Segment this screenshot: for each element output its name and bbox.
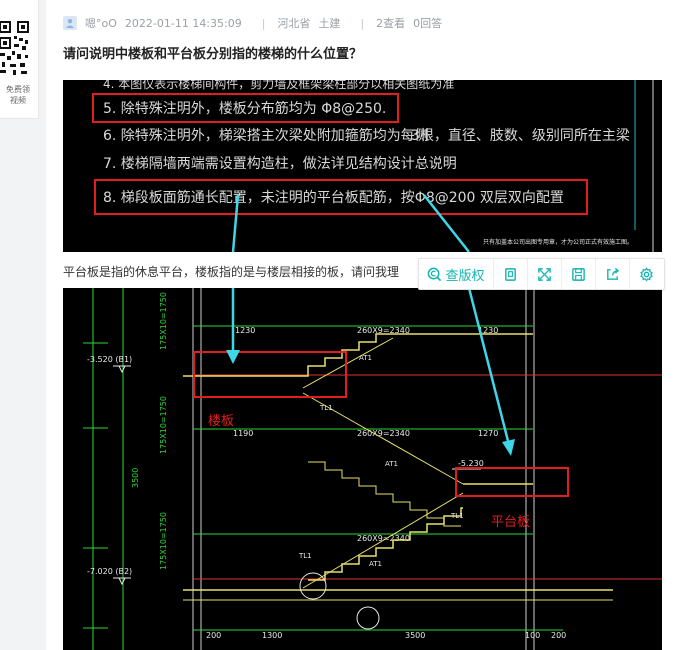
view-count: 2查看 [376, 17, 406, 30]
question-card: 嗯°oO 2022-01-11 14:35:09 | 河北省 土建 | 2查看 … [46, 0, 697, 650]
dim-100: 100 [525, 631, 540, 640]
side-dim-3500: 3500 [131, 468, 140, 488]
save-button[interactable] [562, 259, 596, 289]
dim-1230-a: 1230 [235, 326, 255, 335]
tl1-label-a: TL1 [319, 404, 333, 412]
share-button[interactable] [596, 259, 630, 289]
dim-1270: 1270 [478, 429, 498, 438]
elev-b2: -7.020 (B2) [87, 567, 132, 576]
tl1-label-c: TL1 [298, 552, 312, 560]
qr-caption: 免费领 视频 [0, 84, 36, 106]
dim-3500-bottom: 3500 [405, 631, 425, 640]
expand-icon [538, 267, 551, 281]
copy-button[interactable] [494, 259, 528, 289]
dim-2340-c: 260X9=2340 [357, 534, 410, 543]
dim-1190: 1190 [233, 429, 253, 438]
note-line-4: 4. 本图仅表示楼梯间构件，剪力墙及框架梁柱部分以相关图纸为准 [103, 80, 454, 91]
qr-code-icon[interactable] [0, 18, 32, 80]
check-copyright-label: 查版权 [445, 268, 485, 284]
at1-label-c: AT1 [369, 560, 382, 568]
at1-label-a: AT1 [359, 354, 372, 362]
stair-section-image[interactable]: 175X10=1750 175X10=1750 175X10=1750 3500… [63, 288, 662, 650]
label-pingtaiban: 平台板 [491, 515, 530, 530]
side-dim-2: 175X10=1750 [159, 396, 168, 454]
avatar[interactable] [63, 16, 77, 30]
drawing-notes-image[interactable]: 4. 本图仅表示楼梯间构件，剪力墙及框架梁柱部分以相关图纸为准 5. 除特殊注明… [63, 80, 662, 252]
copy-icon [505, 267, 516, 281]
left-sidebar: 免费领 视频 [0, 0, 39, 119]
post-datetime: 2022-01-11 14:35:09 [124, 16, 242, 30]
note-line-6b: 3根，直径、肢数、级别同所在主梁 [411, 127, 630, 144]
answer-count: 0回答 [413, 17, 443, 30]
user-icon [66, 19, 74, 28]
note-line-5: 5. 除特殊注明外，楼板分布筋均为 Φ8@250. [103, 100, 386, 117]
question-meta: 嗯°oO 2022-01-11 14:35:09 | 河北省 土建 | 2查看 … [63, 14, 450, 32]
fullscreen-button[interactable] [528, 259, 562, 289]
save-icon [572, 267, 585, 281]
user-name[interactable]: 嗯°oO [85, 15, 117, 31]
copyright-search-icon [428, 267, 442, 281]
settings-button[interactable] [630, 259, 663, 289]
qr-caption-line2: 视频 [10, 96, 26, 105]
at1-label-b: AT1 [385, 460, 398, 468]
elev-b1: -3.520 (B1) [87, 355, 132, 364]
note-line-7: 7. 楼梯隔墙两端需设置构造柱，做法详见结构设计总说明 [103, 156, 457, 172]
dim-200-a: 200 [206, 631, 221, 640]
image-toolbar: 查版权 [418, 258, 665, 290]
category[interactable]: 土建 [318, 15, 340, 31]
note-footer: 只有加盖本公司出图专用章，才为公司正式有效施工图。 [483, 238, 633, 246]
meta-divider: | [261, 16, 266, 30]
question-title: 请问说明中楼板和平台板分别指的楼梯的什么位置？ [63, 47, 363, 62]
note-line-8: 8. 梯段板面筋通长配置，未注明的平台板配筋，按Φ8@200 双层双向配置 [103, 189, 564, 206]
tl1-label-b: TL1 [450, 512, 464, 520]
label-louban: 楼板 [208, 414, 234, 429]
location: 河北省 [277, 17, 311, 30]
dim-1300: 1300 [262, 631, 282, 640]
qr-caption-line1: 免费领 [6, 85, 30, 94]
check-copyright-button[interactable]: 查版权 [419, 259, 494, 289]
elev-mid: -5.230 [458, 459, 484, 468]
side-dim-3: 175X10=1750 [159, 512, 168, 570]
note-line-6: 6. 除特殊注明外，梯梁搭主次梁处附加箍筋均为每侧 [103, 127, 429, 144]
meta-divider: | [360, 16, 365, 30]
side-dim-1: 175X10=1750 [159, 292, 168, 350]
dim-200-b: 200 [551, 631, 566, 640]
share-icon [607, 267, 620, 280]
dim-2340-b: 260X9=2340 [357, 429, 410, 438]
gear-icon [640, 266, 653, 282]
